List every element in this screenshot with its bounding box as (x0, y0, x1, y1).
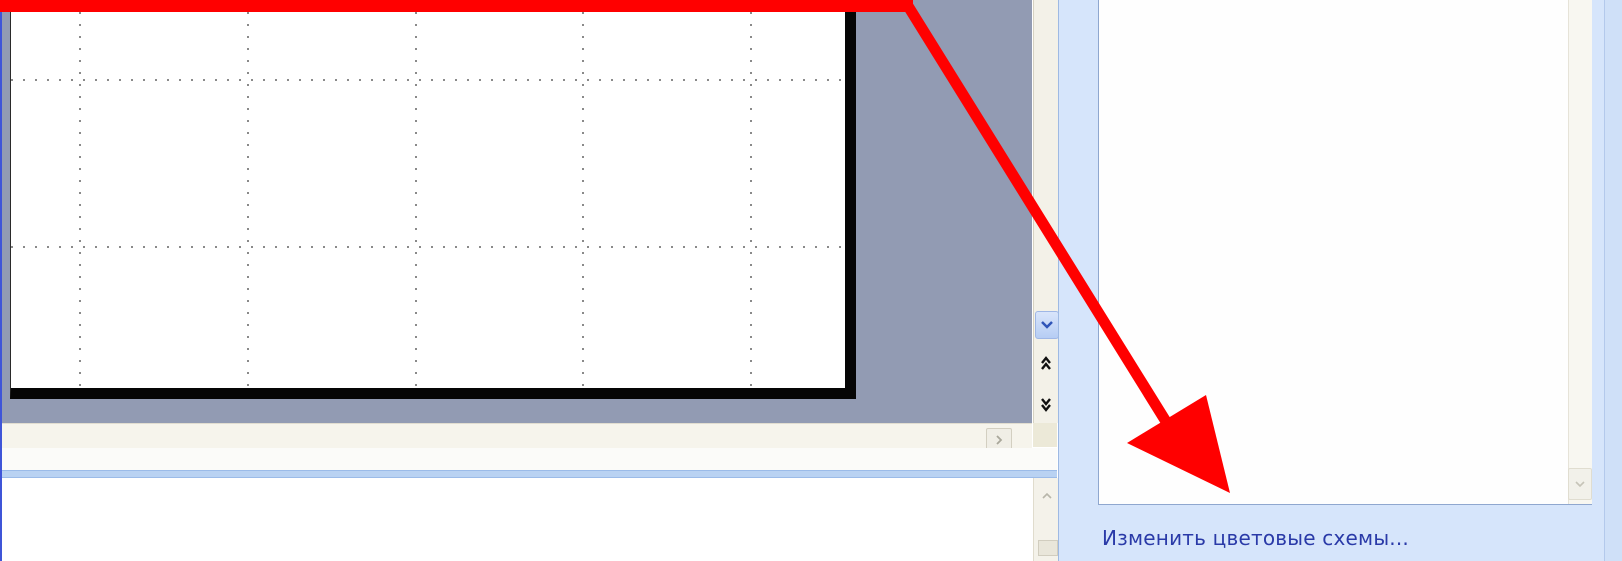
powerpoint-window: Изменить цветовые схемы... (0, 0, 1622, 561)
color-scheme-list-scrollbar[interactable] (1568, 0, 1592, 504)
edit-color-schemes-link[interactable]: Изменить цветовые схемы... (1102, 526, 1409, 550)
previous-slide-icon[interactable] (1035, 351, 1057, 377)
task-pane-border (1604, 0, 1622, 561)
pane-gap (2, 448, 1057, 470)
slide-dotted-grid (11, 0, 845, 388)
slide-horizontal-scrollbar[interactable] (2, 423, 1032, 448)
notes-splitter[interactable] (2, 470, 1057, 478)
notes-pane[interactable] (2, 478, 1032, 561)
scrollbar-corner (1033, 423, 1057, 447)
next-slide-icon[interactable] (1035, 391, 1057, 417)
notes-scroll-button[interactable] (1038, 540, 1058, 556)
chevron-down-icon[interactable] (1035, 311, 1059, 339)
chevron-down-icon[interactable] (1568, 468, 1592, 500)
chevron-up-icon[interactable] (1038, 488, 1056, 504)
color-scheme-list[interactable] (1098, 0, 1592, 505)
slide-canvas[interactable] (10, 0, 856, 399)
